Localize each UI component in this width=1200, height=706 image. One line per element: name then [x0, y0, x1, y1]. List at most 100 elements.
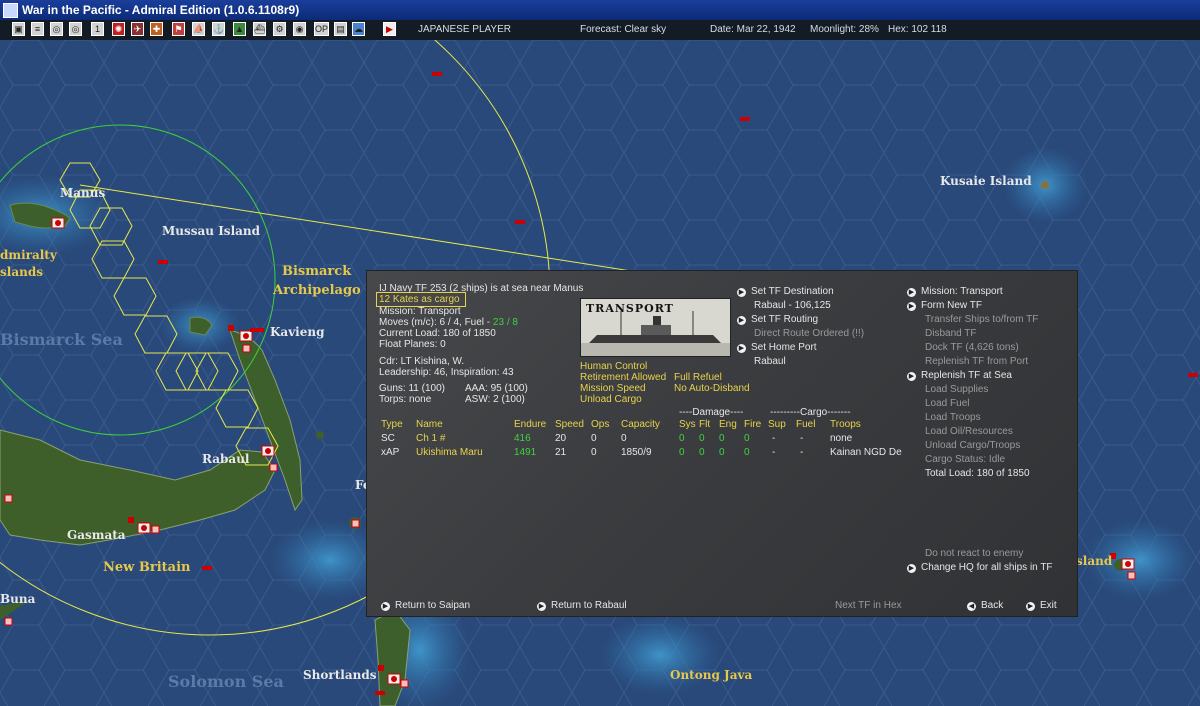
oob-icon[interactable]: OP — [314, 22, 329, 36]
human-control-toggle[interactable]: Human Control — [580, 361, 647, 372]
map-label-kavieng: Kavieng — [270, 325, 325, 339]
hex-label: Hex: 102 118 — [888, 24, 947, 35]
list-icon[interactable]: ≡ — [31, 22, 44, 36]
load-supplies-button[interactable]: Load Supplies — [925, 384, 988, 395]
auto-disband-toggle[interactable]: No Auto-Disband — [674, 383, 750, 394]
map-label-buna: Buna — [0, 592, 36, 606]
return-saipan-button[interactable]: ▶ Return to Saipan — [381, 600, 470, 611]
no-react-toggle[interactable]: Do not react to enemy — [925, 548, 1023, 559]
form-new-tf-button[interactable]: ▶ Form New TF — [907, 300, 982, 311]
col-endure: Endure — [514, 419, 547, 430]
groups-icon[interactable]: ◎ — [69, 22, 82, 36]
weather-icon[interactable]: ☁ — [352, 22, 365, 36]
cell-eng: 0 — [719, 433, 725, 444]
convoy-icon[interactable]: ⛴ — [253, 22, 266, 36]
cell-troops: Kainan NGD De — [830, 447, 902, 458]
arrow-right-icon: ▶ — [537, 602, 546, 611]
arrow-right-icon: ▶ — [1026, 602, 1035, 611]
routing-value: Direct Route Ordered (!!) — [754, 328, 865, 339]
col-sup: Sup — [768, 419, 786, 430]
exit-button[interactable]: ▶ Exit — [1026, 600, 1057, 611]
col-speed: Speed — [555, 419, 584, 430]
report-icon[interactable]: ▤ — [334, 22, 347, 36]
map-label-ontong-java: Ontong Java — [670, 668, 752, 682]
replenish-port-button[interactable]: Replenish TF from Port — [925, 356, 1028, 367]
task-force-panel: IJ Navy TF 253 (2 ships) is at sea near … — [366, 270, 1078, 617]
terrain-icon[interactable]: ▲ — [233, 22, 246, 36]
window-title: War in the Pacific - Admiral Edition (1.… — [22, 3, 300, 17]
cell-fire: 0 — [744, 433, 750, 444]
map-label-new-britain: New Britain — [103, 560, 191, 575]
arrow-right-icon: ▶ — [737, 288, 746, 297]
map-label-admiralty-1: dmiralty — [0, 248, 58, 262]
cell-capacity: 1850/9 — [621, 447, 652, 458]
back-button[interactable]: ◀ Back — [967, 600, 1003, 611]
map-label-rabaul: Rabaul — [202, 452, 250, 466]
set-destination-button[interactable]: ▶ Set TF Destination — [737, 286, 834, 297]
arrow-right-icon: ▶ — [907, 288, 916, 297]
cell-ops: 0 — [591, 433, 597, 444]
player-label: JAPANESE PLAYER — [418, 24, 511, 35]
set-home-port-button[interactable]: ▶ Set Home Port — [737, 342, 817, 353]
next-tf-button[interactable]: Next TF in Hex — [835, 600, 902, 611]
air-units-icon[interactable]: ✈ — [131, 22, 144, 36]
change-hq-button[interactable]: ▶ Change HQ for all ships in TF — [907, 562, 1053, 573]
tf-commander: Cdr: LT Kishina, W. — [379, 356, 465, 367]
replenish-sea-button[interactable]: ▶ Replenish TF at Sea — [907, 370, 1012, 381]
home-port-value: Rabaul — [754, 356, 786, 367]
cell-sup: - — [772, 433, 776, 444]
set-routing-button[interactable]: ▶ Set TF Routing — [737, 314, 818, 325]
map-label-manus: Manus — [60, 186, 106, 200]
total-load: Total Load: 180 of 1850 — [925, 468, 1030, 479]
cell-endure: 1491 — [514, 447, 537, 458]
ships-icon[interactable]: ⛵ — [192, 22, 205, 36]
col-fire: Fire — [744, 419, 762, 430]
tf-cargo: 12 Kates as cargo — [379, 294, 460, 305]
mission-button[interactable]: ▶ Mission: Transport — [907, 286, 1003, 297]
unload-cargo-toggle[interactable]: Unload Cargo — [580, 394, 642, 405]
cell-name[interactable]: Ch 1 # — [416, 433, 445, 444]
cell-capacity: 0 — [621, 433, 627, 444]
tf-mission: Mission: Transport — [379, 306, 461, 317]
small-island-land — [316, 431, 324, 439]
disband-tf-button[interactable]: Disband TF — [925, 328, 977, 339]
ground-units-icon[interactable]: ✚ — [150, 22, 163, 36]
flag-icon[interactable]: ✺ — [112, 22, 125, 36]
col-troops: Troops — [830, 419, 861, 430]
col-flt: Flt — [699, 419, 711, 430]
map-view-icon[interactable]: ▣ — [12, 22, 25, 36]
cell-ops: 0 — [591, 447, 597, 458]
tf-load: Current Load: 180 of 1850 — [379, 328, 496, 339]
load-fuel-button[interactable]: Load Fuel — [925, 398, 969, 409]
full-refuel-toggle[interactable]: Full Refuel — [674, 372, 722, 383]
cell-name[interactable]: Ukishima Maru — [416, 447, 483, 458]
date-label: Date: Mar 22, 1942 — [710, 24, 796, 35]
tf-aaa: AAA: 95 (100) — [465, 383, 528, 394]
cell-fire: 0 — [744, 447, 750, 458]
retirement-toggle[interactable]: Retirement Allowed — [580, 372, 666, 383]
load-troops-button[interactable]: Load Troops — [925, 412, 981, 423]
col-type: Type — [381, 419, 403, 430]
transfer-ships-button[interactable]: Transfer Ships to/from TF — [925, 314, 1038, 325]
cell-fuel: - — [800, 433, 804, 444]
taskforce-icon[interactable]: ⚓ — [212, 22, 225, 36]
production-icon[interactable]: ⚙ — [273, 22, 286, 36]
unload-cargo-troops-button[interactable]: Unload Cargo/Troops — [925, 440, 1020, 451]
tf-leadership: Leadership: 46, Inspiration: 43 — [379, 367, 514, 378]
col-capacity: Capacity — [621, 419, 660, 430]
col-eng: Eng — [719, 419, 737, 430]
load-oil-button[interactable]: Load Oil/Resources — [925, 426, 1013, 437]
arrow-right-icon: ▶ — [737, 316, 746, 325]
intel-icon[interactable]: ◉ — [293, 22, 306, 36]
hq-flag-icon[interactable]: ⚑ — [172, 22, 185, 36]
end-turn-icon[interactable]: ▶ — [383, 22, 396, 36]
mission-speed-toggle[interactable]: Mission Speed — [580, 383, 646, 394]
arrow-right-icon: ▶ — [381, 602, 390, 611]
tf-float-planes: Float Planes: 0 — [379, 339, 446, 350]
info-icon[interactable]: 1 — [91, 22, 104, 36]
return-rabaul-button[interactable]: ▶ Return to Rabaul — [537, 600, 627, 611]
bases-icon[interactable]: ◎ — [50, 22, 63, 36]
dock-tf-button[interactable]: Dock TF (4,626 tons) — [925, 342, 1019, 353]
cell-flt: 0 — [699, 433, 705, 444]
damage-header: ----Damage---- — [679, 407, 744, 418]
